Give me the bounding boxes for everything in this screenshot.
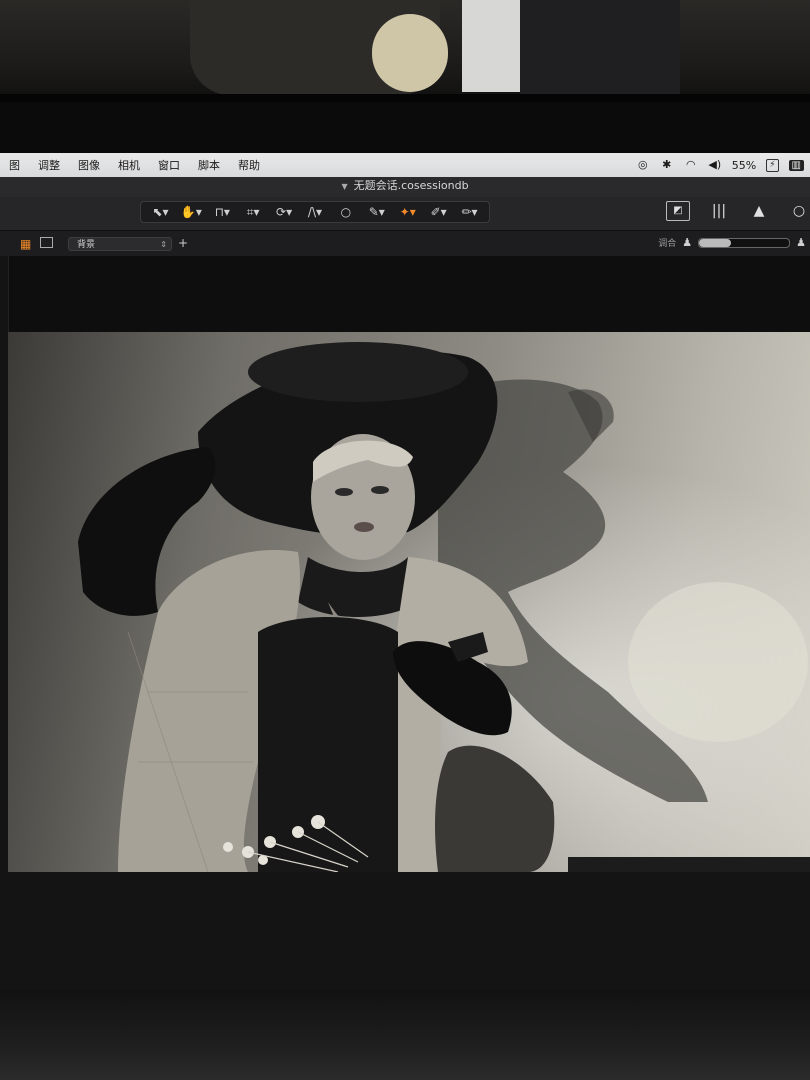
toolbar: ⬉▾ ✋▾ ⊓▾ ⌗▾ ⟳▾ /\▾ ○ ✎▾ ✦▾ ✐▾ ✏▾ ◩ ||| ▲… bbox=[0, 197, 810, 230]
photo-viewer[interactable] bbox=[8, 332, 810, 872]
background-jacket bbox=[520, 0, 680, 95]
menu-bar: 图 调整 图像 相机 窗口 脚本 帮助 ◎ ✱ ◠ ◀) 55% ⚡ ▥ bbox=[0, 153, 810, 177]
menu-item-window[interactable]: 窗口 bbox=[158, 157, 180, 173]
display-icon[interactable]: ◎ bbox=[636, 159, 650, 171]
window-titlebar: ▼ 无题会话.cosessiondb bbox=[0, 177, 810, 197]
menubar-status: ◎ ✱ ◠ ◀) 55% ⚡ ▥ bbox=[636, 153, 804, 177]
document-icon: ▼ bbox=[341, 182, 348, 191]
circle-icon[interactable]: ○ bbox=[333, 205, 359, 219]
volume-icon[interactable]: ◀) bbox=[708, 159, 722, 171]
pencil-icon[interactable]: ✏▾ bbox=[457, 205, 483, 219]
person-icon-large[interactable]: ♟ bbox=[796, 236, 806, 249]
person-icon[interactable]: ♟ bbox=[682, 236, 692, 249]
monitor-top-bezel bbox=[0, 0, 810, 102]
menu-item-script[interactable]: 脚本 bbox=[198, 157, 220, 173]
menu-item-camera[interactable]: 相机 bbox=[118, 157, 140, 173]
menu-item-adjust[interactable]: 调整 bbox=[38, 157, 60, 173]
keystone-icon[interactable]: /\▾ bbox=[302, 205, 328, 219]
monitor-bottom-bezel bbox=[0, 990, 810, 1080]
blend-label: 调合 bbox=[658, 239, 677, 249]
menu-item-image[interactable]: 图像 bbox=[78, 157, 100, 173]
menu-item-view[interactable]: 图 bbox=[9, 157, 20, 173]
brush-icon[interactable]: ✐▾ bbox=[426, 205, 452, 219]
window-title: 无题会话.cosessiondb bbox=[353, 179, 469, 192]
grid-view-icon[interactable]: ▦ bbox=[20, 237, 31, 251]
hand-icon[interactable]: ✋▾ bbox=[178, 205, 204, 219]
more-icon[interactable]: ○ bbox=[788, 202, 810, 220]
warning-icon[interactable]: ▲ bbox=[748, 202, 770, 220]
layer-bar: ▦ 背景 ⇕ + 调合 ♟ ♟ bbox=[0, 230, 810, 257]
layer-select[interactable]: 背景 ⇕ bbox=[68, 237, 172, 251]
select-icon[interactable]: ⬉▾ bbox=[147, 205, 173, 219]
app-icon[interactable]: ▥ bbox=[788, 159, 804, 171]
layer-right-controls: 调合 ♟ ♟ bbox=[658, 236, 806, 249]
tool-strip: ⬉▾ ✋▾ ⊓▾ ⌗▾ ⟳▾ /\▾ ○ ✎▾ ✦▾ ✐▾ ✏▾ bbox=[140, 201, 490, 223]
crop-icon[interactable]: ⌗▾ bbox=[240, 205, 266, 220]
bezel-edge bbox=[0, 94, 810, 102]
opacity-slider[interactable] bbox=[698, 237, 791, 248]
wifi-icon[interactable]: ◠ bbox=[684, 159, 698, 171]
histogram-icon[interactable]: ||| bbox=[708, 202, 730, 220]
chevron-updown-icon: ⇕ bbox=[160, 240, 167, 249]
battery-icon[interactable]: ⚡ bbox=[766, 158, 779, 172]
bottom-panel bbox=[0, 872, 810, 992]
add-layer-icon[interactable]: + bbox=[178, 236, 188, 250]
layer-name: 背景 bbox=[77, 240, 96, 250]
bluetooth-icon[interactable]: ✱ bbox=[660, 159, 674, 171]
toolbar-right: ◩ ||| ▲ ○ bbox=[666, 201, 810, 221]
stamp-icon[interactable]: ⊓▾ bbox=[209, 205, 235, 219]
background-badge bbox=[372, 14, 448, 92]
compare-icon[interactable]: ◩ bbox=[666, 201, 690, 221]
portrait-photo bbox=[78, 342, 810, 872]
eyedropper-icon[interactable]: ✎▾ bbox=[364, 205, 390, 219]
pin-icon[interactable]: ✦▾ bbox=[395, 205, 421, 219]
rotate-icon[interactable]: ⟳▾ bbox=[271, 205, 297, 219]
opacity-slider-fill bbox=[699, 238, 731, 247]
menu-item-help[interactable]: 帮助 bbox=[238, 157, 260, 173]
battery-percent[interactable]: 55% bbox=[732, 159, 756, 172]
single-view-icon[interactable] bbox=[40, 237, 53, 248]
